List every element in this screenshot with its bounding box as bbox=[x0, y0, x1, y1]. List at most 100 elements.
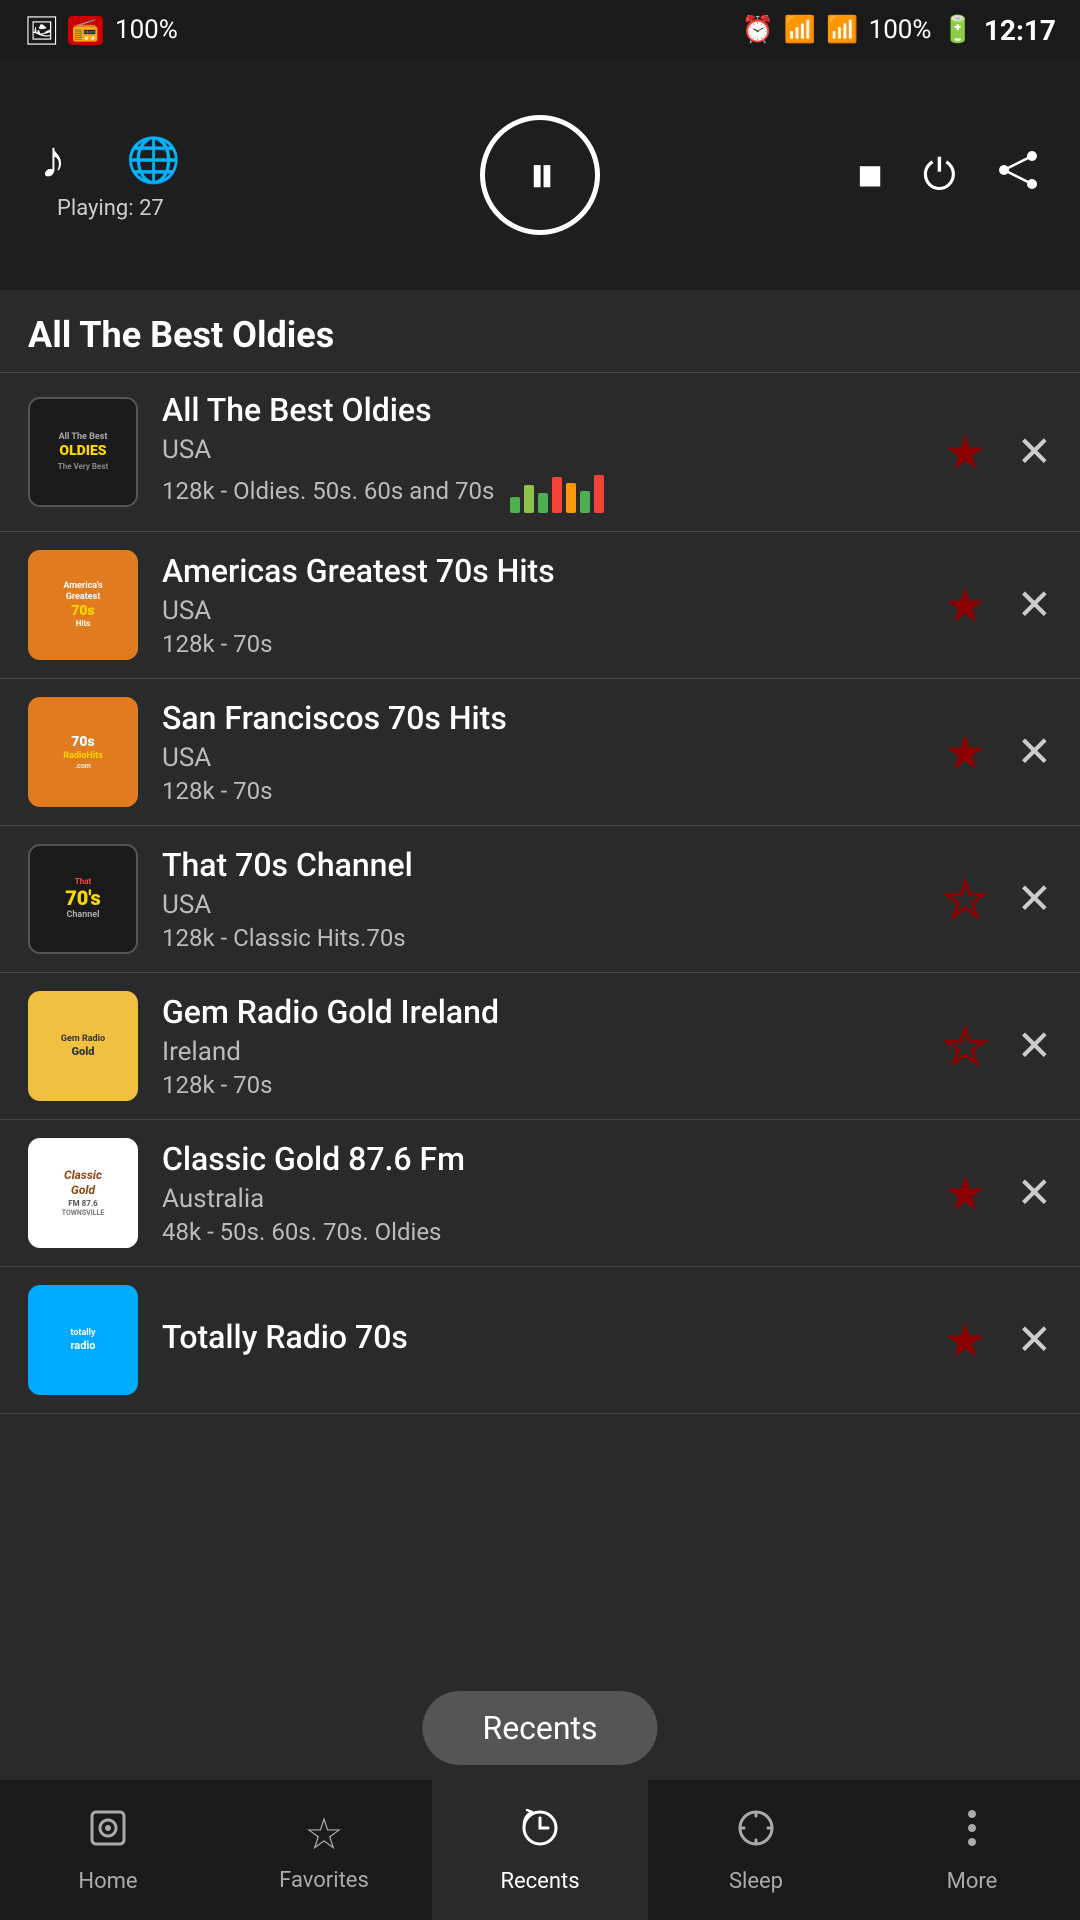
star-button[interactable]: ★ bbox=[944, 724, 987, 781]
pause-icon: ⏸ bbox=[529, 144, 552, 207]
station-item[interactable]: That 70's Channel That 70s Channel USA 1… bbox=[0, 826, 1080, 973]
station-item[interactable]: totally radio Totally Radio 70s ★ ✕ bbox=[0, 1267, 1080, 1414]
station-details: 128k - 70s bbox=[162, 777, 924, 805]
remove-button[interactable]: ✕ bbox=[1017, 1021, 1052, 1071]
station-name: That 70s Channel bbox=[162, 846, 924, 884]
recents-icon bbox=[518, 1806, 562, 1861]
station-info: Totally Radio 70s bbox=[162, 1318, 924, 1362]
app-icons: 🖼 📻 bbox=[24, 14, 103, 47]
battery-percent: 100% bbox=[869, 15, 932, 45]
station-logo: Gem Radio Gold bbox=[28, 991, 138, 1101]
remove-button[interactable]: ✕ bbox=[1017, 1168, 1052, 1218]
remove-button[interactable]: ✕ bbox=[1017, 427, 1052, 477]
station-actions: ★ ✕ bbox=[944, 871, 1052, 928]
section-title: All The Best Oldies bbox=[0, 290, 1080, 373]
signal-icon: 📶 bbox=[826, 15, 858, 45]
station-actions: ★ ✕ bbox=[944, 424, 1052, 481]
station-item[interactable]: America's Greatest 70s Hits Americas Gre… bbox=[0, 532, 1080, 679]
pause-button[interactable]: ⏸ bbox=[480, 115, 600, 235]
nav-more-label: More bbox=[947, 1869, 998, 1894]
star-button[interactable]: ★ bbox=[944, 1165, 987, 1222]
nav-sleep[interactable]: Sleep bbox=[648, 1780, 864, 1920]
station-item[interactable]: Gem Radio Gold Gem Radio Gold Ireland Ir… bbox=[0, 973, 1080, 1120]
power-button[interactable]: ⏻ bbox=[923, 151, 956, 200]
battery-icon: 🔋 bbox=[941, 15, 973, 45]
status-bar: 🖼 📻 100% ⏰ 📶 📶 100% 🔋 12:17 bbox=[0, 0, 1080, 60]
player-center: ⏸ bbox=[480, 115, 600, 235]
player-left: ♪ 🌐 Playing: 27 bbox=[40, 129, 181, 221]
music-note-icon[interactable]: ♪ bbox=[40, 129, 66, 190]
station-details: 128k - Classic Hits.70s bbox=[162, 924, 924, 952]
station-actions: ★ ✕ bbox=[944, 577, 1052, 634]
remove-button[interactable]: ✕ bbox=[1017, 727, 1052, 777]
nav-favorites-label: Favorites bbox=[279, 1868, 369, 1893]
stop-button[interactable]: ■ bbox=[857, 151, 882, 200]
station-logo: That 70's Channel bbox=[28, 844, 138, 954]
photo-icon: 🖼 bbox=[24, 14, 60, 47]
station-details: 128k - 70s bbox=[162, 1071, 924, 1099]
station-name: Classic Gold 87.6 Fm bbox=[162, 1140, 924, 1178]
star-button[interactable]: ★ bbox=[944, 577, 987, 634]
status-right: ⏰ 📶 📶 100% 🔋 12:17 bbox=[741, 14, 1056, 47]
remove-button[interactable]: ✕ bbox=[1017, 1315, 1052, 1365]
station-item[interactable]: All The Best OLDIES The Very Best All Th… bbox=[0, 373, 1080, 532]
station-country: Ireland bbox=[162, 1037, 924, 1067]
sleep-icon bbox=[734, 1806, 778, 1861]
nav-more[interactable]: More bbox=[864, 1780, 1080, 1920]
player-left-icons-row: ♪ 🌐 bbox=[40, 129, 181, 190]
station-logo: totally radio bbox=[28, 1285, 138, 1395]
nav-favorites[interactable]: ☆ Favorites bbox=[216, 1780, 432, 1920]
station-country: USA bbox=[162, 435, 924, 465]
station-country: USA bbox=[162, 596, 924, 626]
alarm-icon: ⏰ bbox=[741, 15, 773, 45]
share-button[interactable] bbox=[996, 148, 1040, 203]
station-list: All The Best OLDIES The Very Best All Th… bbox=[0, 373, 1080, 1414]
status-left: 🖼 📻 100% bbox=[24, 14, 178, 47]
star-button[interactable]: ★ bbox=[944, 424, 987, 481]
station-country: USA bbox=[162, 743, 924, 773]
tooltip-bubble: Recents bbox=[422, 1691, 657, 1765]
nav-sleep-label: Sleep bbox=[729, 1869, 783, 1894]
station-logo: Classic Gold FM 87.6 TOWNSVILLE bbox=[28, 1138, 138, 1248]
station-info: Classic Gold 87.6 Fm Australia 48k - 50s… bbox=[162, 1140, 924, 1246]
station-details: 128k - Oldies. 50s. 60s and 70s bbox=[162, 477, 494, 505]
station-logo: All The Best OLDIES The Very Best bbox=[28, 397, 138, 507]
globe-icon[interactable]: 🌐 bbox=[126, 134, 181, 186]
more-icon bbox=[950, 1806, 994, 1861]
star-button[interactable]: ★ bbox=[944, 1312, 987, 1369]
home-icon bbox=[86, 1806, 130, 1861]
station-name: Gem Radio Gold Ireland bbox=[162, 993, 924, 1031]
equalizer bbox=[510, 473, 604, 513]
station-info: San Franciscos 70s Hits USA 128k - 70s bbox=[162, 699, 924, 805]
station-info: That 70s Channel USA 128k - Classic Hits… bbox=[162, 846, 924, 952]
status-count: 100% bbox=[115, 15, 178, 45]
station-actions: ★ ✕ bbox=[944, 1018, 1052, 1075]
station-info: Americas Greatest 70s Hits USA 128k - 70… bbox=[162, 552, 924, 658]
remove-button[interactable]: ✕ bbox=[1017, 580, 1052, 630]
station-item[interactable]: Classic Gold FM 87.6 TOWNSVILLE Classic … bbox=[0, 1120, 1080, 1267]
station-info: Gem Radio Gold Ireland Ireland 128k - 70… bbox=[162, 993, 924, 1099]
station-info: All The Best Oldies USA 128k - Oldies. 5… bbox=[162, 391, 924, 513]
station-actions: ★ ✕ bbox=[944, 724, 1052, 781]
station-details: 128k - 70s bbox=[162, 630, 924, 658]
remove-button[interactable]: ✕ bbox=[1017, 874, 1052, 924]
nav-recents[interactable]: Recents bbox=[432, 1780, 648, 1920]
station-logo: America's Greatest 70s Hits bbox=[28, 550, 138, 660]
nav-home-label: Home bbox=[78, 1869, 137, 1894]
station-country: Australia bbox=[162, 1184, 924, 1214]
station-logo: 70s RadioHits .com bbox=[28, 697, 138, 807]
station-name: Americas Greatest 70s Hits bbox=[162, 552, 924, 590]
nav-recents-label: Recents bbox=[500, 1869, 579, 1894]
station-name: All The Best Oldies bbox=[162, 391, 924, 429]
station-details: 48k - 50s. 60s. 70s. Oldies bbox=[162, 1218, 924, 1246]
star-button[interactable]: ★ bbox=[944, 871, 987, 928]
nav-home[interactable]: Home bbox=[0, 1780, 216, 1920]
station-name: Totally Radio 70s bbox=[162, 1318, 924, 1356]
playing-label: Playing: 27 bbox=[57, 196, 164, 221]
star-button[interactable]: ★ bbox=[944, 1018, 987, 1075]
player-right-icons: ■ ⏻ bbox=[857, 148, 1040, 203]
station-actions: ★ ✕ bbox=[944, 1165, 1052, 1222]
station-item[interactable]: 70s RadioHits .com San Franciscos 70s Hi… bbox=[0, 679, 1080, 826]
bottom-nav: Home ☆ Favorites Recents Sleep bbox=[0, 1780, 1080, 1920]
station-actions: ★ ✕ bbox=[944, 1312, 1052, 1369]
